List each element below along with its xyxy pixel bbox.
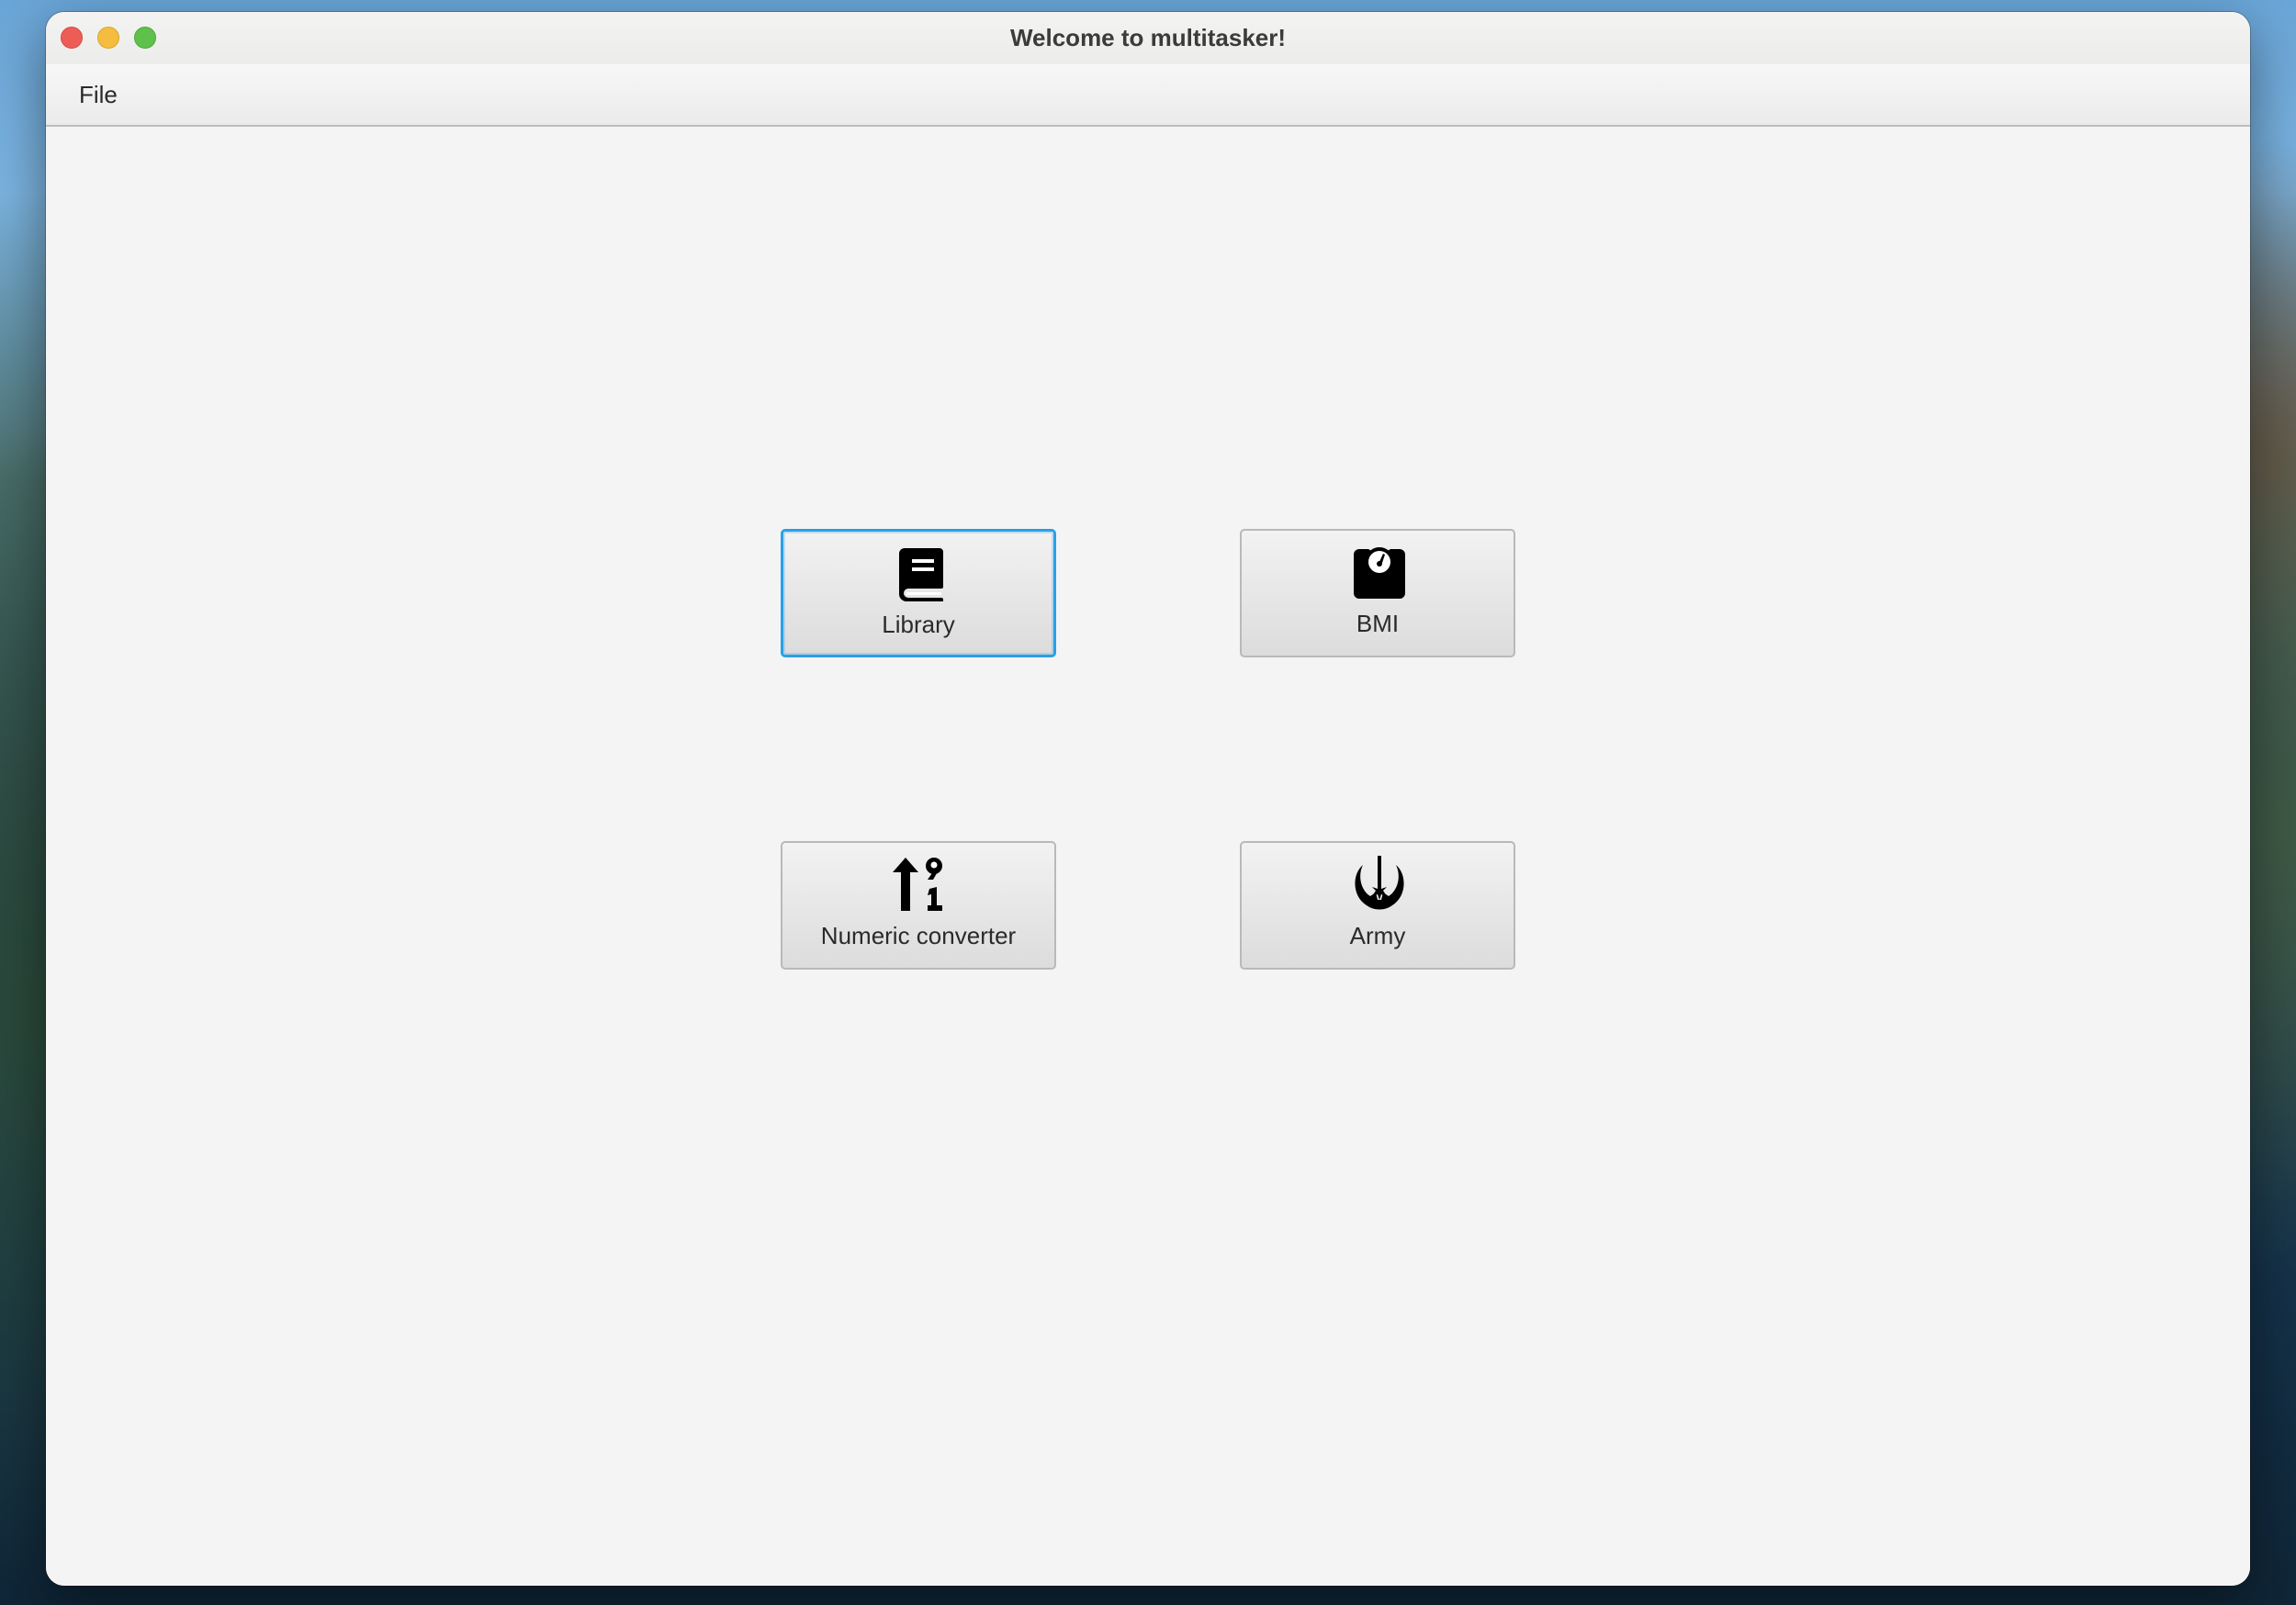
bmi-button[interactable]: BMI	[1240, 529, 1515, 657]
army-label: Army	[1349, 922, 1406, 949]
library-button[interactable]: Library	[781, 529, 1056, 657]
menu-file[interactable]: File	[66, 64, 130, 125]
menu-bar: File	[46, 64, 2250, 127]
window-title: Welcome to multitasker!	[1009, 24, 1287, 51]
app-window: Welcome to multitasker! File Library BMI	[46, 12, 2250, 1586]
numeric-converter-label: Numeric converter	[820, 922, 1017, 949]
bmi-label: BMI	[1356, 610, 1400, 637]
title-bar[interactable]: Welcome to multitasker!	[46, 12, 2250, 65]
maximize-window-button[interactable]	[134, 27, 156, 49]
main-content	[46, 127, 2250, 1586]
minimize-window-button[interactable]	[97, 27, 119, 49]
library-label: Library	[882, 611, 955, 638]
book-icon	[899, 548, 943, 601]
army-button[interactable]: Army	[1240, 841, 1515, 970]
numeric-converter-button[interactable]: Numeric converter	[781, 841, 1056, 970]
sort-numeric-up-icon	[893, 858, 942, 911]
jedi-order-icon	[1355, 856, 1404, 910]
weight-scale-icon	[1354, 547, 1405, 599]
close-window-button[interactable]	[61, 27, 83, 49]
